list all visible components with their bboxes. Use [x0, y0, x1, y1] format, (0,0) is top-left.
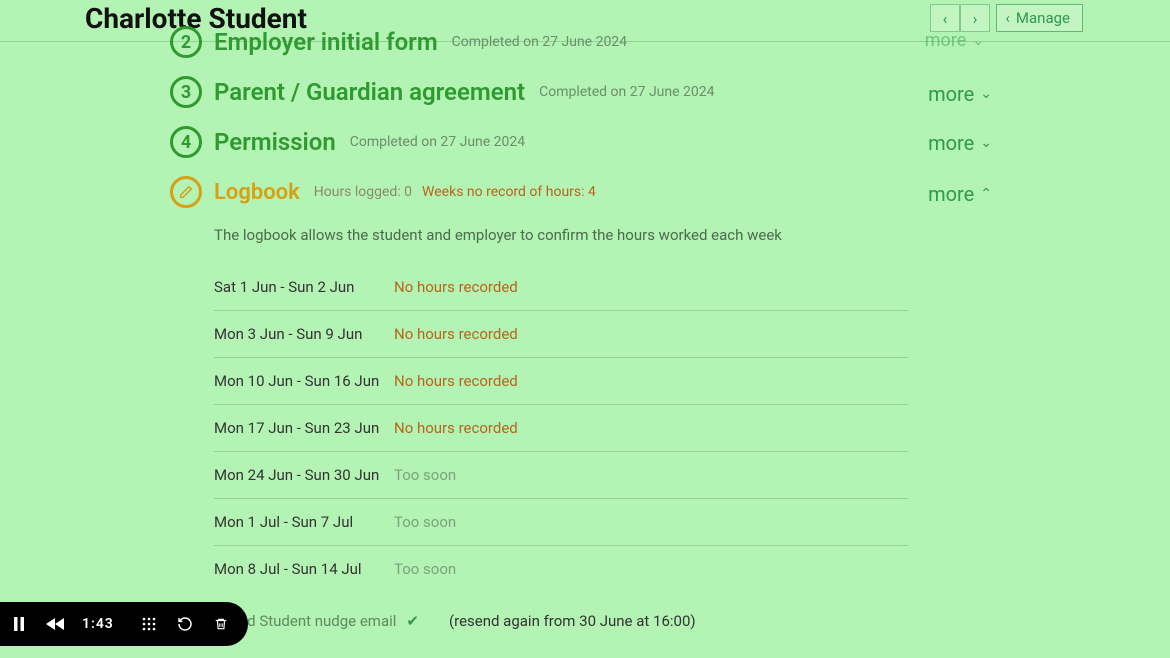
week-range: Sat 1 Jun - Sun 2 Jun [214, 278, 394, 296]
step-meta: Completed on 27 June 2024 [539, 84, 714, 100]
week-range: Mon 1 Jul - Sun 7 Jul [214, 513, 394, 531]
week-status: No hours recorded [394, 419, 518, 437]
week-range: Mon 8 Jul - Sun 14 Jul [214, 560, 394, 578]
week-status: No hours recorded [394, 325, 518, 343]
rewind-button[interactable] [46, 618, 64, 630]
step-meta: Completed on 27 June 2024 [452, 34, 627, 50]
chevron-right-icon: › [973, 9, 978, 28]
logbook-weeks-norecord: Weeks no record of hours: 4 [422, 184, 596, 200]
step-meta: Completed on 27 June 2024 [350, 134, 525, 150]
step-title[interactable]: Parent / Guardian agreement [214, 78, 525, 106]
week-row[interactable]: Sat 1 Jun - Sun 2 JunNo hours recorded [214, 264, 908, 311]
edit-icon [170, 176, 202, 208]
week-row[interactable]: Mon 8 Jul - Sun 14 JulToo soon [214, 546, 908, 592]
video-player-bar: 1:43 [0, 602, 248, 646]
manage-button[interactable]: ‹ Manage [996, 4, 1083, 32]
replay-icon[interactable] [176, 616, 194, 632]
chevron-left-icon: ‹ [1005, 9, 1010, 27]
step-row-parent: 3 Parent / Guardian agreement Completed … [170, 76, 1000, 108]
week-row[interactable]: Mon 17 Jun - Sun 23 JunNo hours recorded [214, 405, 908, 452]
week-status: Too soon [394, 513, 456, 531]
player-timestamp: 1:43 [82, 616, 114, 632]
week-status: Too soon [394, 560, 456, 578]
step-row-permission: 4 Permission Completed on 27 June 2024 [170, 126, 1000, 158]
week-row[interactable]: Mon 24 Jun - Sun 30 JunToo soon [214, 452, 908, 499]
step-row-employer: 2 Employer initial form Completed on 27 … [170, 26, 1000, 58]
manage-label: Manage [1016, 9, 1070, 27]
week-range: Mon 10 Jun - Sun 16 Jun [214, 372, 394, 390]
step-number-badge: 2 [170, 26, 202, 58]
check-icon: ✔ [406, 612, 419, 630]
week-range: Mon 17 Jun - Sun 23 Jun [214, 419, 394, 437]
week-row[interactable]: Mon 1 Jul - Sun 7 JulToo soon [214, 499, 908, 546]
week-status: No hours recorded [394, 372, 518, 390]
week-range: Mon 24 Jun - Sun 30 Jun [214, 466, 394, 484]
logbook-description: The logbook allows the student and emplo… [214, 226, 1000, 244]
grid-icon[interactable] [140, 617, 158, 631]
trash-icon[interactable] [212, 616, 230, 632]
chevron-left-icon: ‹ [943, 9, 948, 28]
step-title[interactable]: Permission [214, 128, 336, 156]
logbook-title[interactable]: Logbook [214, 180, 300, 205]
step-number-badge: 4 [170, 126, 202, 158]
nudge-resend-note: (resend again from 30 June at 16:00) [449, 612, 696, 630]
step-row-logbook: Logbook Hours logged: 0 Weeks no record … [170, 176, 1000, 208]
week-status: Too soon [394, 466, 456, 484]
content: 2 Employer initial form Completed on 27 … [170, 32, 1000, 630]
nudge-row: Send Student nudge email ✔ (resend again… [222, 612, 1000, 630]
logbook-hours: Hours logged: 0 [314, 184, 412, 200]
nudge-button[interactable]: Send Student nudge email [222, 612, 396, 630]
week-range: Mon 3 Jun - Sun 9 Jun [214, 325, 394, 343]
step-number-badge: 3 [170, 76, 202, 108]
week-row[interactable]: Mon 10 Jun - Sun 16 JunNo hours recorded [214, 358, 908, 405]
pause-button[interactable] [10, 617, 28, 631]
step-title[interactable]: Employer initial form [214, 28, 438, 56]
week-status: No hours recorded [394, 278, 518, 296]
week-row[interactable]: Mon 3 Jun - Sun 9 JunNo hours recorded [214, 311, 908, 358]
weeks-list: Sat 1 Jun - Sun 2 JunNo hours recordedMo… [214, 264, 908, 592]
